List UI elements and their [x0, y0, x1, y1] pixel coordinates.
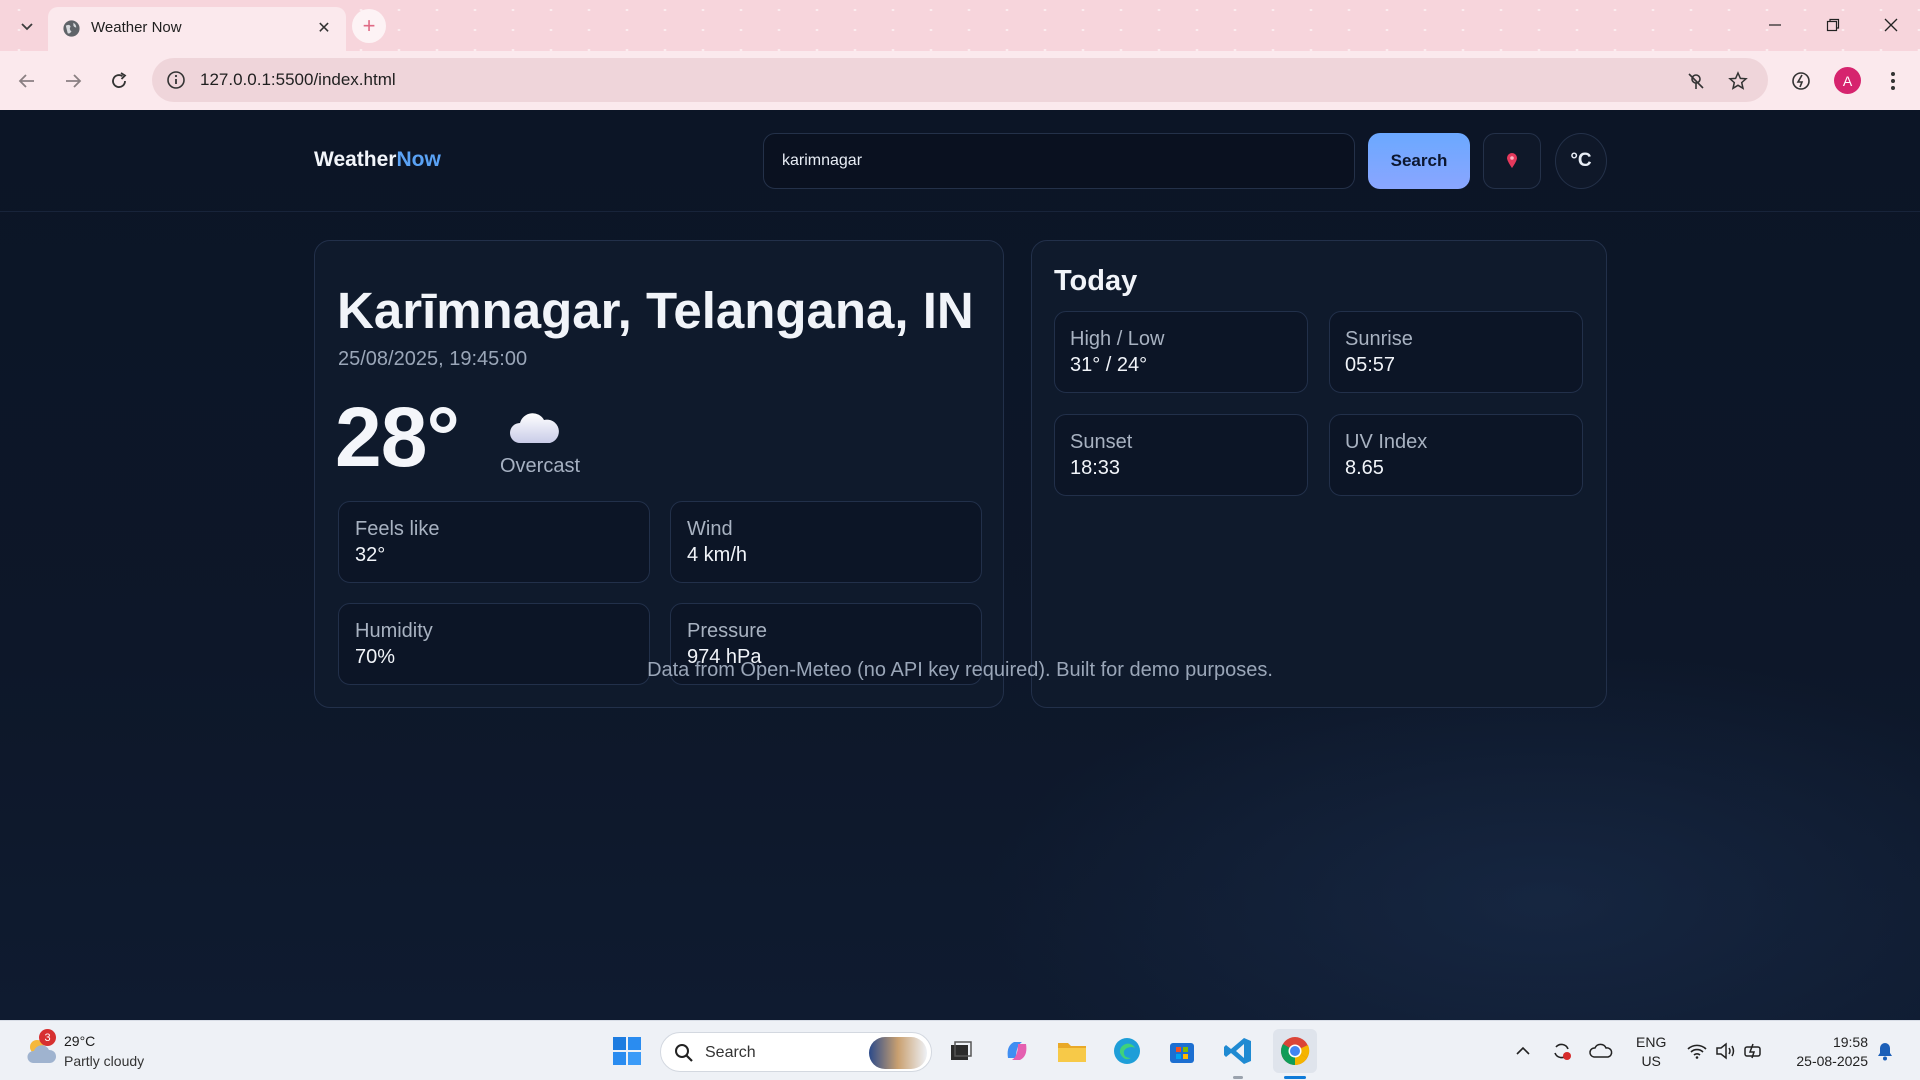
wifi-icon[interactable] [1685, 1039, 1709, 1063]
stat-value: 31° / 24° [1070, 354, 1148, 376]
stat-label: UV Index [1345, 431, 1428, 453]
today-sunrise: Sunrise 05:57 [1329, 311, 1583, 393]
current-temperature: 28° [335, 390, 460, 484]
stat-label: Humidity [355, 620, 433, 642]
taskbar-search-label: Search [705, 1044, 756, 1061]
condition-text: Overcast [500, 455, 581, 477]
stat-wind: Wind 4 km/h [670, 501, 982, 583]
tab-title: Weather Now [91, 19, 182, 36]
vscode-icon[interactable] [1218, 1031, 1258, 1071]
taskbar: 3 29°C Partly cloudy Search ENG US 19:58… [0, 1020, 1920, 1080]
stat-label: High / Low [1070, 328, 1165, 350]
site-info-icon[interactable] [166, 70, 186, 90]
microsoft-store-icon[interactable] [1162, 1031, 1202, 1071]
address-bar[interactable]: 127.0.0.1:5500/index.html [152, 58, 1768, 102]
globe-icon [63, 20, 80, 37]
close-window-icon[interactable] [1876, 10, 1906, 40]
taskbar-search[interactable]: Search [660, 1032, 932, 1072]
location-button[interactable] [1483, 133, 1541, 189]
weather-badge: 3 [39, 1029, 56, 1046]
brand-accent: Now [396, 148, 441, 171]
battery-charging-icon[interactable] [1743, 1039, 1767, 1063]
url-text: 127.0.0.1:5500/index.html [200, 70, 396, 89]
today-card: Today High / Low 31° / 24° Sunrise 05:57… [1031, 240, 1607, 708]
browser-toolbar: 127.0.0.1:5500/index.html A [0, 51, 1920, 110]
extension-icon[interactable] [1786, 66, 1816, 96]
browser-menu-icon[interactable] [1878, 66, 1908, 96]
vscode-running-indicator [1233, 1076, 1243, 1079]
current-weather-card: Karīmnagar, Telangana, IN 25/08/2025, 19… [314, 240, 1004, 708]
stat-value: 05:57 [1345, 354, 1396, 376]
onedrive-cloud-icon[interactable] [1589, 1039, 1613, 1063]
chrome-active-indicator [1284, 1076, 1306, 1079]
today-high-low: High / Low 31° / 24° [1054, 311, 1308, 393]
stat-label: Feels like [355, 518, 440, 540]
today-uv-index: UV Index 8.65 [1329, 414, 1583, 496]
windows-start-icon[interactable] [607, 1031, 647, 1071]
today-title: Today [1054, 265, 1138, 297]
search-highlight-image [869, 1037, 927, 1069]
language-code: ENG [1636, 1034, 1667, 1050]
brand-main: Weather [314, 148, 397, 171]
local-datetime: 25/08/2025, 19:45:00 [338, 348, 528, 370]
profile-avatar[interactable]: A [1834, 67, 1861, 94]
footer-note: Data from Open-Meteo (no API key require… [647, 659, 1273, 681]
bookmark-star-icon[interactable] [1726, 69, 1750, 93]
stat-value: 32° [355, 544, 386, 566]
restore-icon[interactable] [1818, 10, 1848, 40]
taskbar-weather-condition[interactable]: Partly cloudy [64, 1053, 144, 1069]
notification-bell-icon[interactable] [1873, 1039, 1897, 1063]
taskbar-weather-temp[interactable]: 29°C [64, 1033, 95, 1049]
search-icon [675, 1044, 693, 1062]
stat-value: 4 km/h [687, 544, 748, 566]
copilot-icon[interactable] [997, 1031, 1037, 1071]
stat-feels-like: Feels like 32° [338, 501, 650, 583]
stat-label: Wind [687, 518, 733, 540]
show-hidden-icons-chevron-icon[interactable] [1511, 1039, 1535, 1063]
unit-toggle-button[interactable]: °C [1555, 133, 1607, 189]
new-tab-button[interactable]: + [352, 9, 386, 43]
stat-value: 18:33 [1070, 457, 1121, 479]
file-explorer-icon[interactable] [1052, 1031, 1092, 1071]
keyboard-region: US [1641, 1053, 1661, 1069]
browser-tab[interactable]: Weather Now ✕ [48, 7, 346, 51]
brand-logo[interactable]: WeatherNow [314, 148, 441, 172]
stat-label: Sunset [1070, 431, 1133, 453]
minimize-icon[interactable] [1760, 10, 1790, 40]
close-tab-icon[interactable]: ✕ [314, 18, 334, 38]
system-clock[interactable]: 19:58 25-08-2025 [1786, 1033, 1868, 1071]
back-arrow-icon[interactable] [12, 66, 42, 96]
sync-alert-icon[interactable] [1550, 1039, 1574, 1063]
stat-label: Sunrise [1345, 328, 1413, 350]
pin-icon [1507, 153, 1517, 168]
clock-date: 25-08-2025 [1796, 1053, 1868, 1069]
language-indicator[interactable]: ENG US [1636, 1033, 1666, 1071]
weather-app-page: WeatherNow Search °C Karīmnagar, Telanga… [0, 110, 1920, 1020]
edge-icon[interactable] [1107, 1031, 1147, 1071]
cloud-icon [510, 413, 559, 443]
reload-icon[interactable] [104, 66, 134, 96]
stat-label: Pressure [687, 620, 768, 642]
app-header: WeatherNow Search °C [0, 110, 1920, 212]
clock-time: 19:58 [1832, 1034, 1868, 1050]
stat-value: 8.65 [1345, 457, 1384, 479]
city-name: Karīmnagar, Telangana, IN [337, 282, 974, 339]
forward-arrow-icon[interactable] [58, 66, 88, 96]
task-view-icon[interactable] [941, 1031, 981, 1071]
search-button[interactable]: Search [1368, 133, 1470, 189]
tracking-protection-icon[interactable] [1684, 69, 1708, 93]
volume-icon[interactable] [1714, 1039, 1738, 1063]
today-sunset: Sunset 18:33 [1054, 414, 1308, 496]
chrome-icon[interactable] [1273, 1029, 1317, 1073]
city-search-input[interactable] [763, 133, 1355, 189]
tab-search-chevron-icon[interactable] [14, 13, 40, 39]
browser-tabstrip: Weather Now ✕ + [0, 0, 1920, 51]
